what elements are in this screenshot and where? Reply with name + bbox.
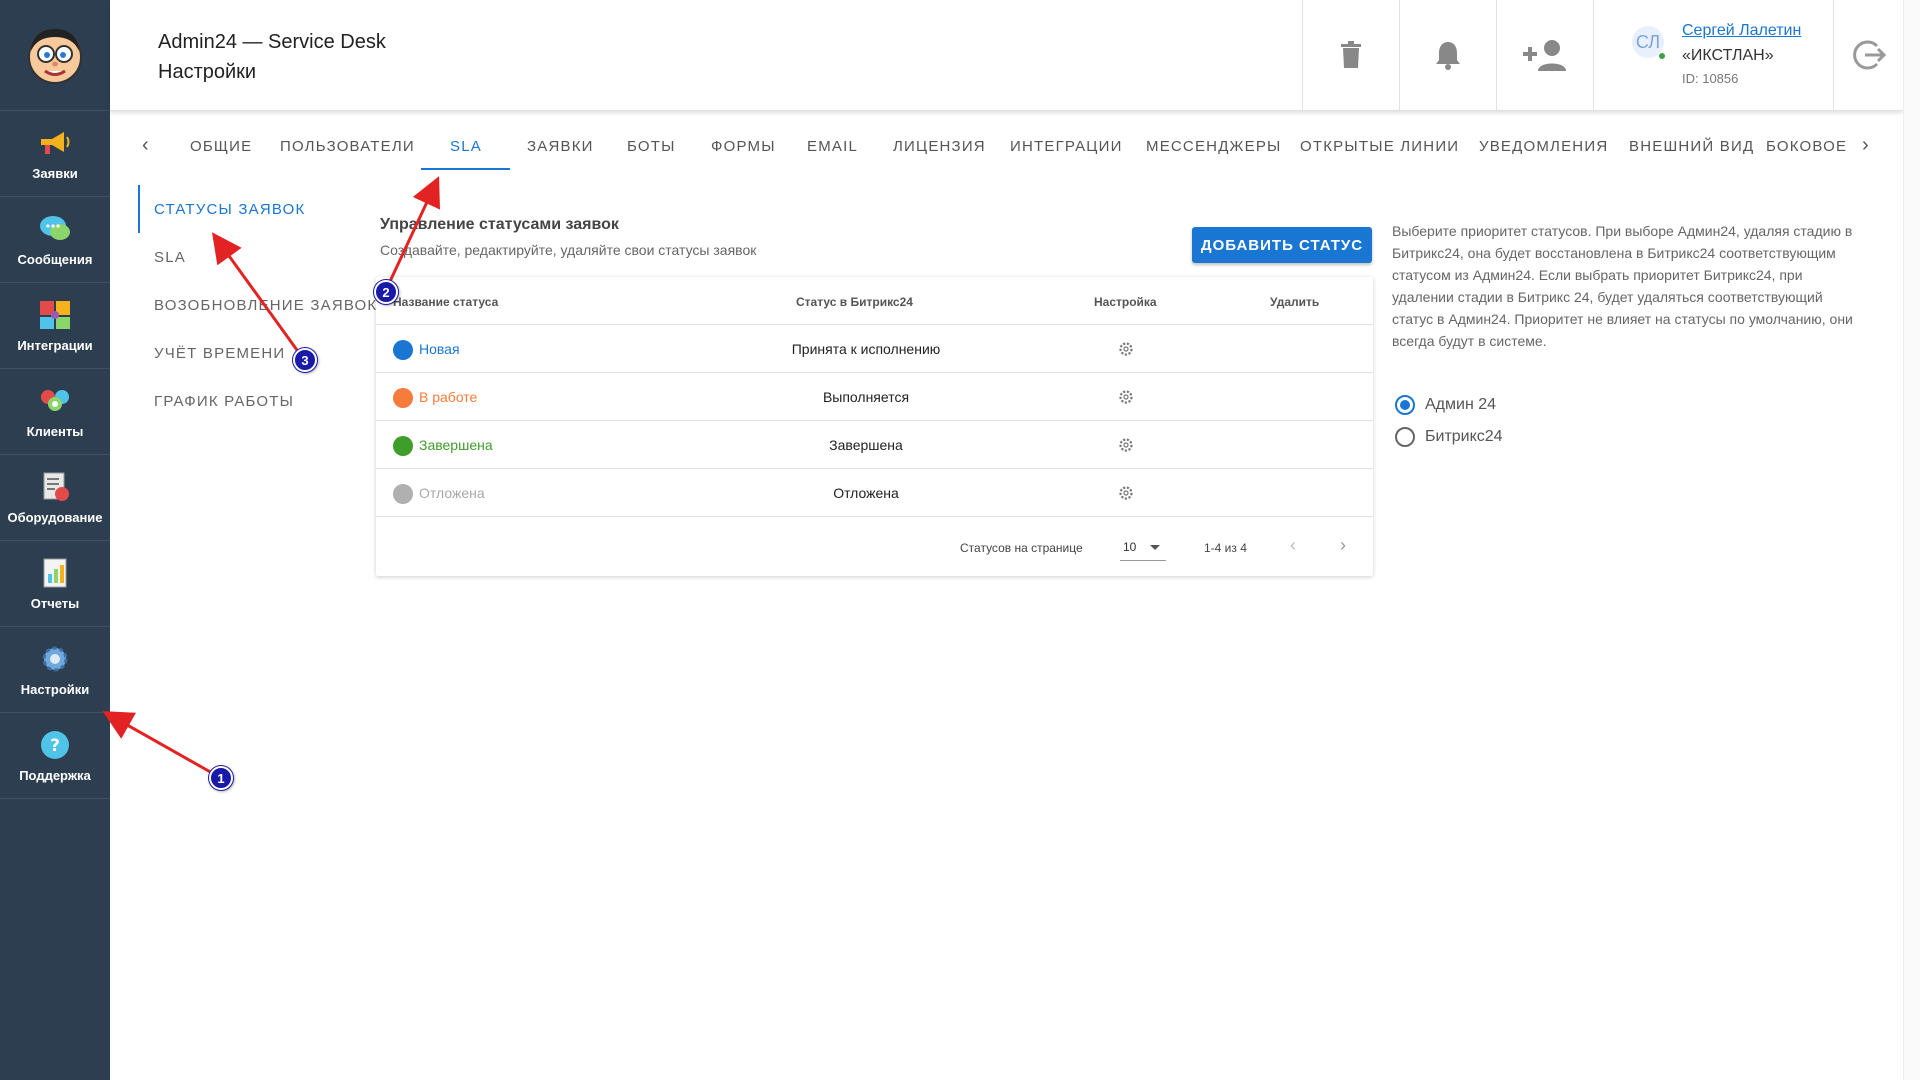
left-sidebar: Заявки Сообщения Интеграции Клиенты Обор…	[0, 0, 110, 1080]
radio-checked[interactable]	[1395, 395, 1415, 415]
logout-icon	[1852, 40, 1886, 70]
radio-unchecked[interactable]	[1395, 427, 1415, 447]
page-range: 1-4 из 4	[1204, 541, 1247, 555]
section-title: Управление статусами заявок	[380, 216, 619, 233]
annotation-arrow-1	[102, 711, 222, 780]
bell-icon	[1436, 42, 1460, 70]
annotation-marker-3: 3	[293, 348, 317, 372]
add-user-button[interactable]	[1496, 0, 1593, 110]
equipment-icon	[38, 470, 72, 504]
tab-appearance[interactable]: Внешний вид	[1629, 138, 1754, 155]
user-id: ID: 10856	[1682, 71, 1739, 86]
annotation-marker-1: 1	[209, 766, 233, 790]
top-header: Admin24 — Service Desk Настройки СЛ Серг…	[110, 0, 1903, 111]
radio-label: Битрикс24	[1425, 428, 1503, 445]
priority-option-admin24[interactable]: Админ 24	[1395, 393, 1496, 417]
page-scrollbar[interactable]	[1903, 0, 1920, 1080]
online-status-dot	[1658, 52, 1666, 60]
header-title-block: Admin24 — Service Desk Настройки	[158, 27, 386, 87]
app-title: Admin24 — Service Desk	[158, 31, 386, 53]
clients-icon	[38, 384, 72, 418]
sidebar-item-label: Интеграции	[17, 338, 93, 353]
next-page-button[interactable]: ›	[1340, 535, 1346, 556]
subnav-sla[interactable]: SLA	[138, 233, 358, 281]
chat-bubbles-icon	[38, 212, 72, 246]
megaphone-icon	[38, 126, 72, 160]
header-actions: СЛ Сергей Лалетин «ИКСТЛАН» ID: 10856	[1302, 0, 1903, 111]
add-status-button[interactable]: Добавить статус	[1192, 227, 1372, 263]
puzzle-icon	[38, 298, 72, 332]
radio-label: Админ 24	[1425, 396, 1497, 413]
tab-email[interactable]: Email	[807, 138, 858, 155]
chevron-down-icon	[1150, 545, 1160, 550]
add-status-button-label: Добавить статус	[1200, 236, 1364, 254]
annotation-marker-2: 2	[374, 280, 398, 304]
sidebar-item-label: Клиенты	[26, 424, 84, 439]
sidebar-item-label: Отчеты	[30, 596, 80, 611]
tab-forms[interactable]: Формы	[711, 138, 776, 155]
table-pagination: Статусов на странице 10 1-4 из 4 ‹ ›	[376, 277, 1373, 576]
sidebar-item-messages[interactable]: Сообщения	[0, 197, 110, 283]
user-name-link[interactable]: Сергей Лалетин	[1682, 22, 1801, 40]
tab-notifications[interactable]: Уведомления	[1479, 138, 1608, 155]
sidebar-item-label: Сообщения	[17, 252, 93, 267]
sidebar-item-clients[interactable]: Клиенты	[0, 369, 110, 455]
add-user-icon	[1523, 40, 1566, 71]
subnav-work-schedule[interactable]: График работы	[138, 377, 358, 425]
rows-per-page-select[interactable]: 10	[1120, 531, 1166, 561]
tab-integrations[interactable]: Интеграции	[1010, 138, 1123, 155]
trash-button[interactable]	[1302, 0, 1399, 110]
rows-per-page-label: Статусов на странице	[960, 541, 1083, 555]
app-logo[interactable]	[0, 0, 110, 111]
report-icon	[38, 556, 72, 590]
trash-icon	[1341, 41, 1361, 68]
sla-subnav: Статусы заявок SLA Возобновление заявок …	[138, 185, 376, 425]
tab-open-lines[interactable]: Открытые линии	[1300, 138, 1459, 155]
tab-requests[interactable]: Заявки	[527, 138, 594, 155]
user-organization: «ИКСТЛАН»	[1682, 47, 1774, 64]
sidebar-item-label: Заявки	[32, 166, 78, 181]
rows-per-page-value: 10	[1123, 540, 1137, 554]
tabs-next-button[interactable]: ›	[1862, 134, 1869, 157]
sidebar-item-label: Настройки	[20, 682, 90, 697]
tab-bots[interactable]: Боты	[627, 138, 676, 155]
tab-sla[interactable]: SLA	[450, 138, 482, 155]
sidebar-item-settings[interactable]: Настройки	[0, 627, 110, 713]
subnav-time-tracking[interactable]: Учёт времени	[138, 329, 358, 377]
subnav-request-reopen[interactable]: Возобновление заявок	[138, 281, 376, 329]
section-subtitle: Создавайте, редактируйте, удаляйте свои …	[380, 242, 757, 258]
subnav-request-statuses[interactable]: Статусы заявок	[138, 185, 358, 233]
priority-option-bitrix24[interactable]: Битрикс24	[1395, 425, 1503, 449]
gear-icon	[38, 642, 72, 676]
sidebar-item-equipment[interactable]: Оборудование	[0, 455, 110, 541]
mascot-logo-icon	[28, 29, 82, 84]
tab-sidebar[interactable]: Боковое	[1766, 138, 1847, 155]
settings-tabs: ‹ Общие Пользователи SLA Заявки Боты Фор…	[110, 112, 1903, 172]
tab-license[interactable]: Лицензия	[893, 138, 986, 155]
sidebar-item-support[interactable]: ? Поддержка	[0, 713, 110, 799]
tab-messengers[interactable]: Мессенджеры	[1146, 138, 1282, 155]
tab-users[interactable]: Пользователи	[280, 138, 415, 155]
active-tab-indicator	[421, 168, 510, 170]
tabs-prev-button[interactable]: ‹	[142, 134, 149, 157]
priority-info-text: Выберите приоритет статусов. При выборе …	[1392, 223, 1853, 349]
user-profile: СЛ Сергей Лалетин «ИКСТЛАН» ID: 10856	[1593, 0, 1833, 110]
logout-button[interactable]	[1833, 0, 1903, 110]
sidebar-item-label: Поддержка	[19, 768, 91, 783]
help-icon: ?	[38, 728, 72, 762]
notifications-button[interactable]	[1399, 0, 1496, 110]
svg-text:?: ?	[50, 736, 60, 756]
prev-page-button[interactable]: ‹	[1290, 535, 1296, 556]
sidebar-item-requests[interactable]: Заявки	[0, 111, 110, 197]
sidebar-item-label: Оборудование	[7, 510, 103, 525]
sidebar-item-reports[interactable]: Отчеты	[0, 541, 110, 627]
sidebar-item-integrations[interactable]: Интеграции	[0, 283, 110, 369]
app-window: Заявки Сообщения Интеграции Клиенты Обор…	[0, 0, 1920, 1080]
tab-general[interactable]: Общие	[190, 138, 252, 155]
page-title: Настройки	[158, 61, 257, 83]
annotation-arrow-2	[384, 176, 440, 291]
